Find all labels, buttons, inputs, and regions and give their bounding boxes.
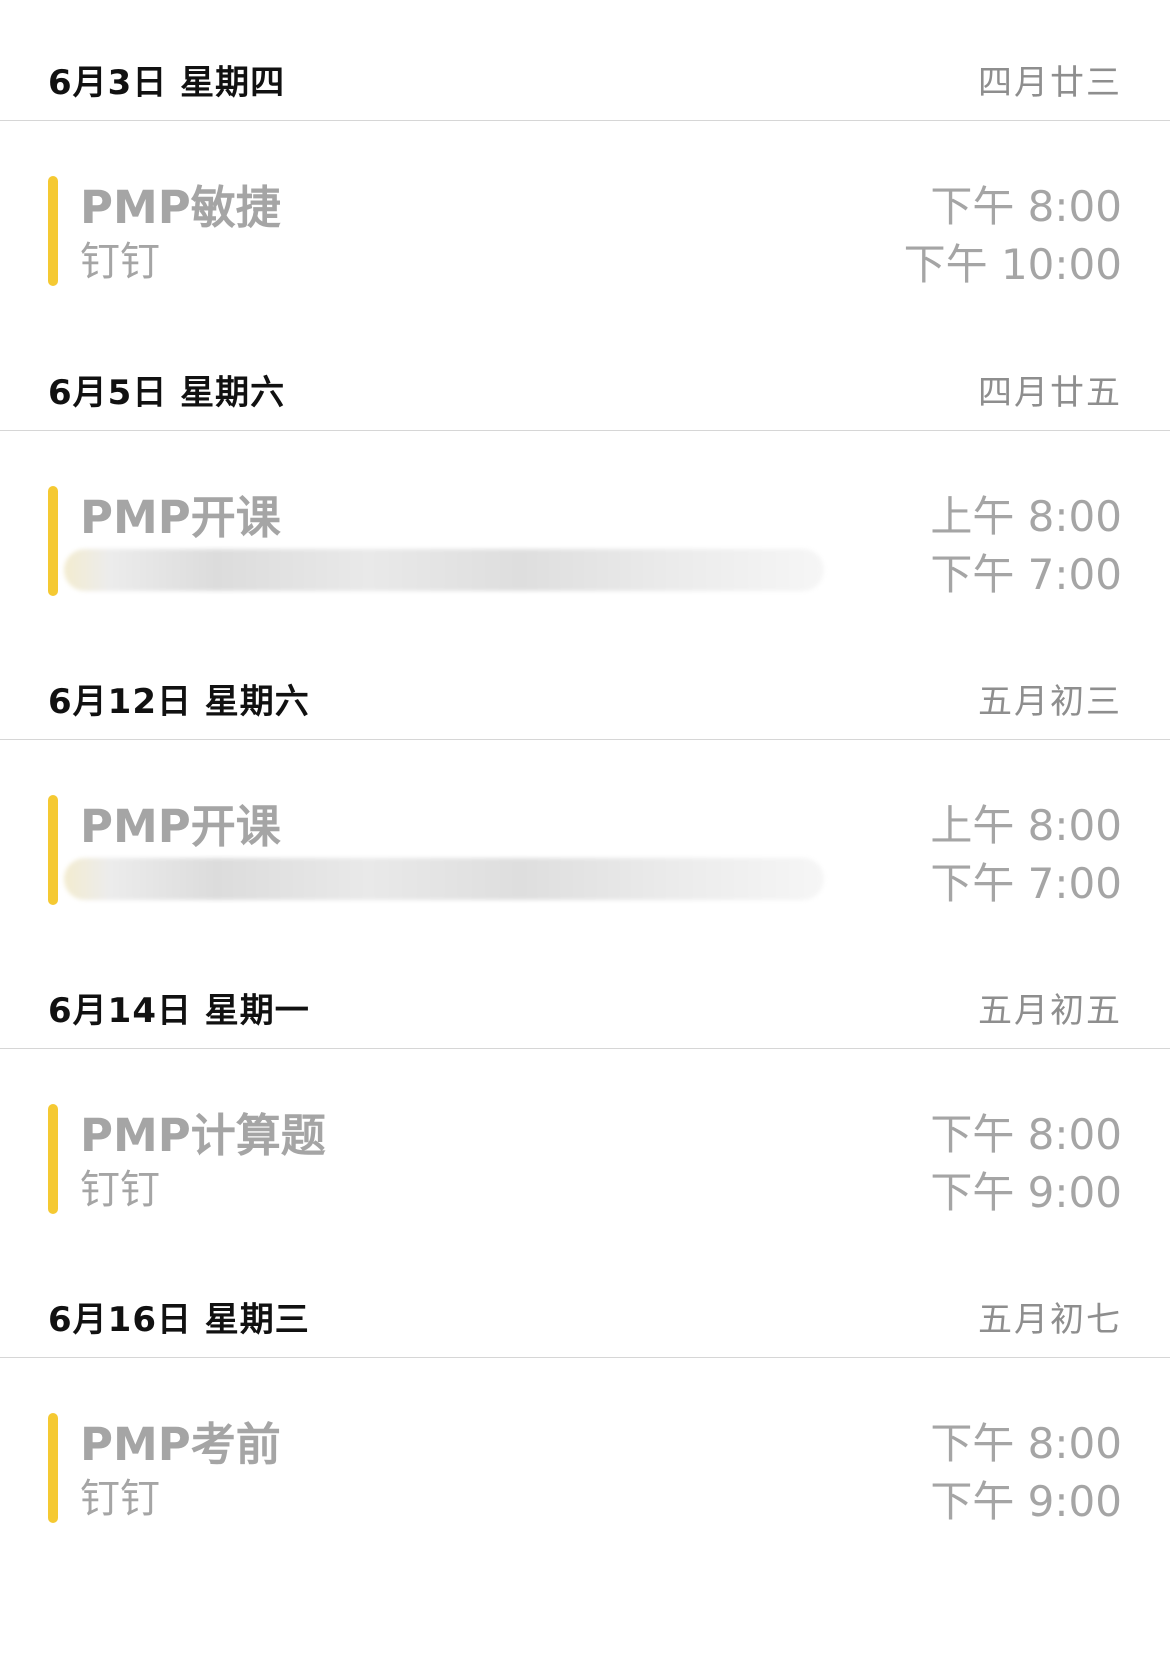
event-item[interactable]: PMP计算题 钉钉 下午 8:00 下午 9:00 — [0, 1049, 1170, 1256]
event-item[interactable]: PMP开课 上午 8:00 下午 7:00 — [0, 431, 1170, 638]
day-header: 6月3日 星期四 四月廿三 — [0, 0, 1170, 121]
day-section: 6月14日 星期一 五月初五 PMP计算题 钉钉 下午 8:00 下午 9:00 — [0, 928, 1170, 1256]
agenda-list: 6月3日 星期四 四月廿三 PMP敏捷 钉钉 下午 8:00 下午 10:00 … — [0, 0, 1170, 1669]
day-header: 6月14日 星期一 五月初五 — [0, 928, 1170, 1049]
event-start-time: 下午 8:00 — [930, 1419, 1122, 1468]
day-section: 6月5日 星期六 四月廿五 PMP开课 上午 8:00 下午 7:00 — [0, 310, 1170, 638]
calendar-color-bar — [48, 795, 58, 905]
event-start-time: 上午 8:00 — [930, 492, 1122, 541]
event-location: 钉钉 — [80, 1167, 160, 1213]
date-label: 6月16日 星期三 — [48, 1300, 310, 1340]
event-location: 钉钉 — [80, 239, 160, 285]
event-title: PMP敏捷 — [80, 181, 281, 234]
date-label: 6月12日 星期六 — [48, 682, 310, 722]
date-label: 6月5日 星期六 — [48, 373, 286, 413]
event-item[interactable]: PMP敏捷 钉钉 下午 8:00 下午 10:00 — [0, 121, 1170, 328]
day-header: 6月12日 星期六 五月初三 — [0, 619, 1170, 740]
day-section: 6月16日 星期三 五月初七 PMP考前 钉钉 下午 8:00 下午 9:00 — [0, 1237, 1170, 1565]
event-end-time: 下午 7:00 — [930, 550, 1122, 599]
lunar-date-label: 四月廿五 — [978, 373, 1122, 413]
event-title: PMP考前 — [80, 1418, 281, 1471]
lunar-date-label: 五月初三 — [978, 682, 1122, 722]
lunar-date-label: 四月廿三 — [978, 63, 1122, 103]
event-item[interactable]: PMP开课 上午 8:00 下午 7:00 — [0, 740, 1170, 947]
date-label: 6月14日 星期一 — [48, 991, 310, 1031]
calendar-color-bar — [48, 1104, 58, 1214]
day-header: 6月16日 星期三 五月初七 — [0, 1237, 1170, 1358]
event-title: PMP开课 — [80, 491, 281, 544]
day-section: 6月3日 星期四 四月廿三 PMP敏捷 钉钉 下午 8:00 下午 10:00 — [0, 0, 1170, 328]
event-item[interactable]: PMP考前 钉钉 下午 8:00 下午 9:00 — [0, 1358, 1170, 1565]
calendar-color-bar — [48, 176, 58, 286]
event-start-time: 上午 8:00 — [930, 801, 1122, 850]
event-end-time: 下午 9:00 — [930, 1477, 1122, 1526]
date-label: 6月3日 星期四 — [48, 63, 286, 103]
lunar-date-label: 五月初七 — [978, 1300, 1122, 1340]
event-end-time: 下午 7:00 — [930, 859, 1122, 908]
lunar-date-label: 五月初五 — [978, 991, 1122, 1031]
calendar-color-bar — [48, 486, 58, 596]
day-header: 6月5日 星期六 四月廿五 — [0, 310, 1170, 431]
day-section: 6月12日 星期六 五月初三 PMP开课 上午 8:00 下午 7:00 — [0, 619, 1170, 947]
event-start-time: 下午 8:00 — [930, 182, 1122, 231]
event-start-time: 下午 8:00 — [930, 1110, 1122, 1159]
event-end-time: 下午 9:00 — [930, 1168, 1122, 1217]
redacted-location — [64, 549, 824, 591]
event-title: PMP开课 — [80, 800, 281, 853]
event-location: 钉钉 — [80, 1476, 160, 1522]
event-title: PMP计算题 — [80, 1109, 326, 1162]
calendar-color-bar — [48, 1413, 58, 1523]
redacted-location — [64, 858, 824, 900]
event-end-time: 下午 10:00 — [903, 240, 1122, 289]
